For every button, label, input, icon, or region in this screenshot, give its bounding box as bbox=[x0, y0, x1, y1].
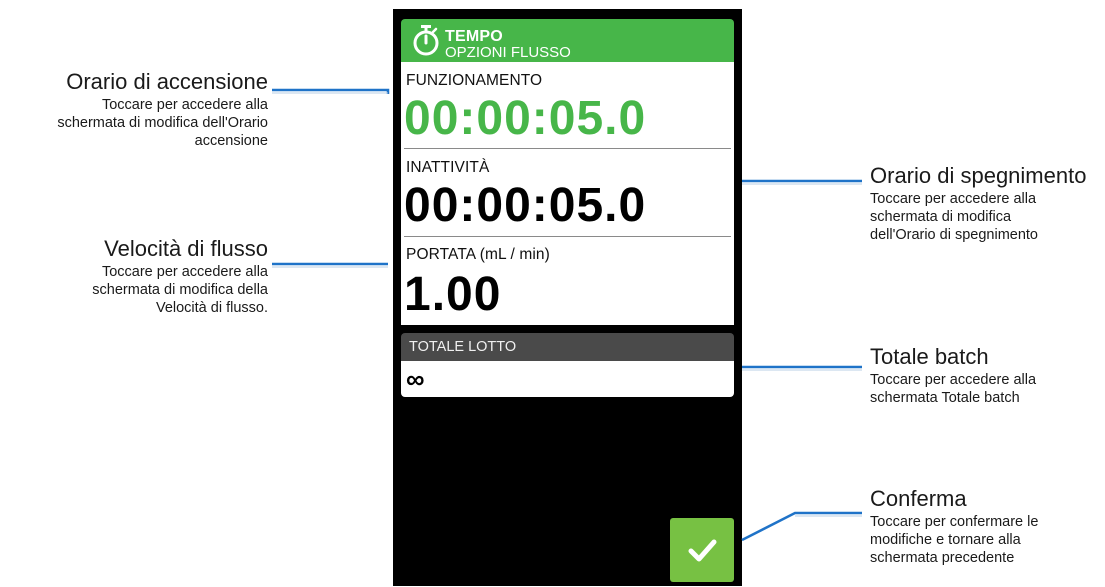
callout-batch-total: Totale batch Toccare per accedere alla s… bbox=[870, 345, 1105, 407]
callout-line: Velocità di flusso. bbox=[155, 300, 268, 316]
callout-confirm: Conferma Toccare per confermare le modif… bbox=[870, 487, 1105, 567]
header-subtitle: OPZIONI FLUSSO bbox=[445, 44, 571, 61]
callout-off-time-desc: Toccare per accedere alla schermata di m… bbox=[870, 190, 1105, 244]
off-time-label: INATTIVITÀ bbox=[406, 159, 490, 176]
callout-line: Toccare per accedere alla bbox=[870, 372, 1037, 388]
callout-flow-rate: Velocità di flusso Toccare per accedere … bbox=[0, 237, 268, 317]
callout-on-time: Orario di accensione Toccare per acceder… bbox=[0, 70, 268, 150]
callout-line: schermata di modifica dell'Orario bbox=[57, 115, 268, 131]
callout-line: Toccare per accedere alla bbox=[870, 191, 1037, 207]
flow-rate-section[interactable]: PORTATA (mL / min) 1.00 bbox=[401, 237, 734, 325]
stopwatch-icon bbox=[413, 25, 439, 56]
callout-off-time-title: Orario di spegnimento bbox=[870, 163, 1087, 188]
batch-total-field[interactable]: ∞ bbox=[401, 361, 734, 397]
callout-line: schermata precedente bbox=[870, 550, 1015, 566]
on-time-section[interactable]: FUNZIONAMENTO 00:00:05.0 bbox=[401, 62, 734, 148]
callout-line: dell'Orario di spegnimento bbox=[870, 227, 1038, 243]
callout-flow-rate-title: Velocità di flusso bbox=[104, 236, 268, 261]
batch-total-label: TOTALE LOTTO bbox=[409, 339, 517, 355]
callout-line: schermata Totale batch bbox=[870, 390, 1020, 406]
flow-settings-card: FUNZIONAMENTO 00:00:05.0 INATTIVITÀ 00:0… bbox=[401, 62, 734, 325]
callout-on-time-desc: Toccare per accedere alla schermata di m… bbox=[0, 96, 268, 150]
callout-line: Toccare per accedere alla bbox=[101, 97, 268, 113]
screen-header: TEMPO OPZIONI FLUSSO bbox=[401, 19, 734, 62]
callout-line: schermata di modifica bbox=[870, 209, 1012, 225]
header-title: TEMPO bbox=[445, 28, 503, 45]
batch-total-value: ∞ bbox=[406, 364, 425, 394]
callout-off-time: Orario di spegnimento Toccare per accede… bbox=[870, 164, 1105, 244]
callout-confirm-title: Conferma bbox=[870, 486, 967, 511]
checkmark-icon bbox=[688, 539, 717, 562]
callout-batch-total-desc: Toccare per accedere alla schermata Tota… bbox=[870, 371, 1105, 407]
off-time-value: 00:00:05.0 bbox=[404, 179, 647, 232]
callout-confirm-desc: Toccare per confermare le modifiche e to… bbox=[870, 513, 1105, 567]
flow-rate-label: PORTATA (mL / min) bbox=[406, 246, 550, 263]
callout-line: accensione bbox=[194, 133, 268, 149]
callout-line: Toccare per accedere alla bbox=[101, 264, 268, 280]
callout-line: schermata di modifica della bbox=[92, 282, 268, 298]
off-time-section[interactable]: INATTIVITÀ 00:00:05.0 bbox=[401, 149, 734, 236]
confirm-button[interactable] bbox=[670, 518, 734, 582]
flow-rate-value: 1.00 bbox=[404, 268, 502, 321]
callout-batch-total-title: Totale batch bbox=[870, 344, 989, 369]
callout-line: Toccare per confermare le bbox=[870, 514, 1039, 530]
on-time-value: 00:00:05.0 bbox=[404, 92, 647, 145]
on-time-label: FUNZIONAMENTO bbox=[406, 72, 543, 89]
callout-flow-rate-desc: Toccare per accedere alla schermata di m… bbox=[0, 263, 268, 317]
callout-line: modifiche e tornare alla bbox=[870, 532, 1021, 548]
batch-total-header: TOTALE LOTTO bbox=[401, 333, 734, 361]
callout-on-time-title: Orario di accensione bbox=[66, 69, 268, 94]
